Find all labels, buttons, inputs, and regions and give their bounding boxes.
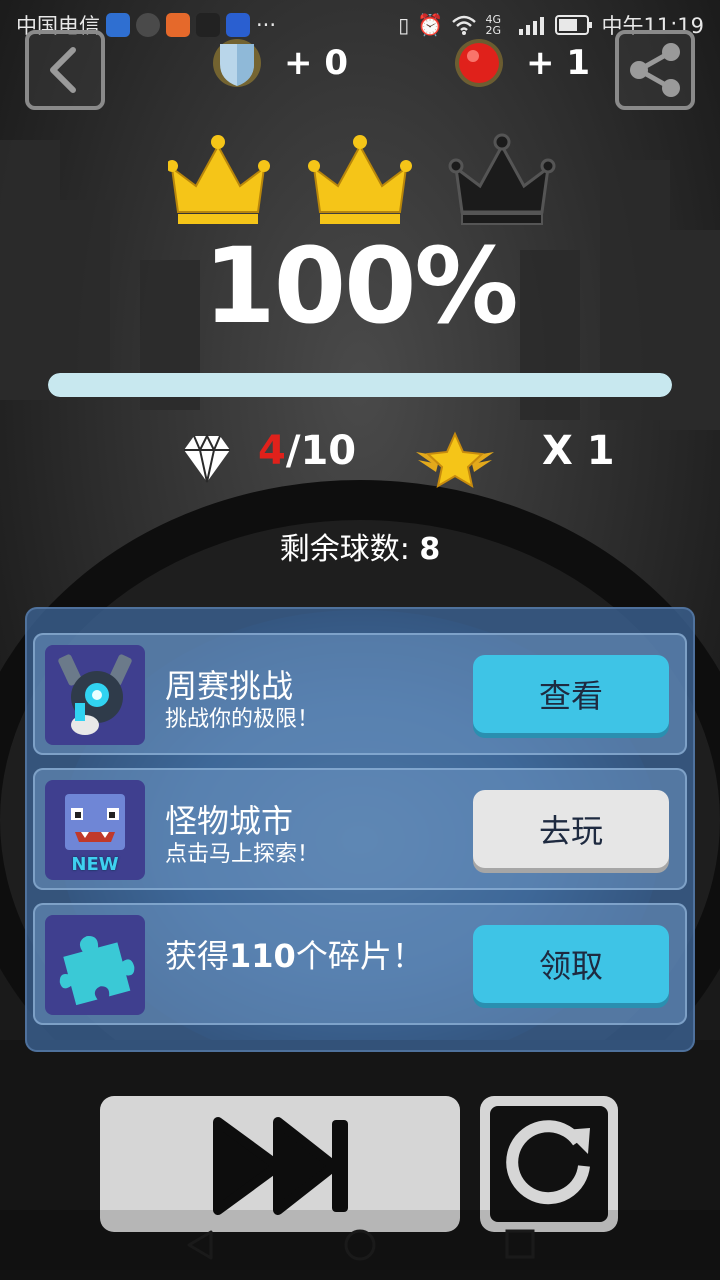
signal-icon xyxy=(519,17,545,35)
back-button[interactable] xyxy=(25,30,105,110)
share-button[interactable] xyxy=(615,30,695,110)
wechat-icon xyxy=(136,13,160,37)
refresh-icon xyxy=(506,1120,590,1205)
view-button[interactable]: 查看 xyxy=(473,655,669,733)
gems-total: /10 xyxy=(285,428,357,474)
tiktok-icon xyxy=(196,13,220,37)
offer-subtitle: 挑战你的极限！ xyxy=(165,707,320,732)
robot-character-icon xyxy=(45,645,145,745)
ball-amount: + 1 xyxy=(526,43,590,83)
offer-row-monster-city: NEW 怪物城市 点击马上探索！ 去玩 xyxy=(33,768,687,890)
back-nav-icon[interactable] xyxy=(183,1228,217,1262)
status-bar: 中国电信 ··· ▯ ⏰ 4G 2G 中午11:19 xyxy=(0,0,720,48)
browser-app-icon xyxy=(106,13,130,37)
alarm-icon: ⏰ xyxy=(417,12,444,37)
gem-count: 4/10 xyxy=(258,428,356,474)
network-type-label: 4G 2G xyxy=(485,13,501,37)
claim-button[interactable]: 领取 xyxy=(473,925,669,1003)
battery-icon xyxy=(555,15,593,35)
gems-collected: 4 xyxy=(258,428,286,474)
video-app-icon xyxy=(166,13,190,37)
system-navigation-bar xyxy=(0,1210,720,1280)
baidu-app-icon xyxy=(226,13,250,37)
crown-rating xyxy=(168,133,556,225)
remaining-balls-value: 8 xyxy=(419,532,441,567)
puzzle-piece-icon xyxy=(45,915,145,1015)
offers-panel: 周赛挑战 挑战你的极限！ 查看 NEW 怪物城市 点击马上探索！ 去玩 获得11… xyxy=(25,607,695,1052)
new-badge: NEW xyxy=(71,854,119,875)
more-notifications-icon: ··· xyxy=(256,13,277,37)
remaining-balls: 剩余球数: 8 xyxy=(0,524,720,568)
offer-subtitle: 点击马上探索！ xyxy=(165,842,320,867)
crown-icon-gold xyxy=(168,135,270,224)
crown-icon-gold xyxy=(308,135,412,224)
remaining-balls-label: 剩余球数: xyxy=(279,532,410,567)
offer-row-pieces: 获得110个碎片！ 领取 xyxy=(33,903,687,1025)
vibrate-icon: ▯ xyxy=(398,13,410,37)
diamond-icon xyxy=(184,433,230,483)
completion-percent: 100% xyxy=(203,225,518,347)
offer-title-prefix: 获得 xyxy=(165,937,230,975)
crown-icon-empty xyxy=(448,133,556,225)
play-button[interactable]: 去玩 xyxy=(473,790,669,868)
chevron-left-icon xyxy=(50,47,76,93)
completion-progress-bar xyxy=(48,373,672,397)
offer-row-weekly-challenge: 周赛挑战 挑战你的极限！ 查看 xyxy=(33,633,687,755)
shield-amount: + 0 xyxy=(284,43,348,83)
ball-reward: + 1 xyxy=(454,38,590,88)
shield-icon xyxy=(213,39,261,87)
monster-new-icon: NEW xyxy=(45,780,145,880)
star-multiplier: X 1 xyxy=(542,428,615,474)
progress-fill xyxy=(48,373,672,397)
offer-title-suffix: 个碎片！ xyxy=(295,937,424,975)
red-ball-icon xyxy=(455,39,503,87)
winged-star-icon xyxy=(416,431,494,489)
share-icon xyxy=(630,43,680,97)
offer-title-number: 110 xyxy=(229,937,296,975)
restart-inner xyxy=(490,1106,608,1222)
wifi-icon xyxy=(452,15,477,35)
shield-reward: + 0 xyxy=(212,38,348,88)
offer-title: 获得110个碎片！ xyxy=(165,931,424,977)
recents-nav-icon[interactable] xyxy=(504,1228,536,1260)
home-nav-icon[interactable] xyxy=(342,1227,378,1263)
